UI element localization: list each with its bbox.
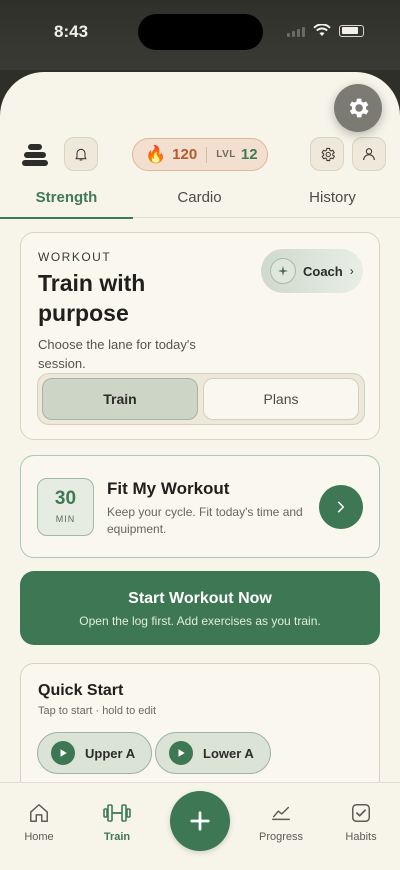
status-time: 8:43 (54, 22, 89, 41)
bottom-nav: Home Train Progress Habits (0, 782, 400, 870)
dynamic-island (138, 14, 263, 50)
gear-icon (320, 147, 335, 161)
checkbox-icon (326, 801, 396, 825)
duration-badge: 30 MIN (37, 478, 94, 536)
segment-train[interactable]: Train (42, 378, 198, 420)
fit-title: Fit My Workout (107, 479, 230, 498)
add-button[interactable] (170, 791, 230, 851)
notifications-button[interactable] (64, 137, 98, 171)
menu-stack-icon[interactable] (22, 144, 48, 168)
tab-cardio[interactable]: Cardio (133, 176, 266, 218)
wifi-icon (313, 24, 331, 36)
fit-subtitle: Keep your cycle. Fit today's time and eq… (107, 505, 303, 536)
coach-button[interactable]: Coach › (261, 249, 363, 293)
battery-icon (339, 24, 364, 37)
chip-label: Upper A (85, 745, 136, 761)
workout-card: WORKOUT Train with purpose Choose the la… (20, 232, 380, 440)
chevron-right-icon (337, 501, 345, 513)
nav-home[interactable]: Home (4, 801, 74, 843)
app-screen: 🔥 120 LVL 12 Strength Cardio History WOR… (0, 72, 400, 870)
fit-go-button[interactable] (319, 485, 363, 529)
start-workout-title: Start Workout Now (128, 590, 272, 607)
mode-segmented-control: Train Plans (37, 373, 365, 425)
quick-start-title: Quick Start (38, 682, 124, 699)
level-value: 12 (240, 146, 258, 163)
duration-minutes: 30 (54, 488, 77, 509)
tab-history[interactable]: History (266, 176, 399, 218)
quick-start-subtitle: Tap to start · hold to edit (38, 705, 157, 717)
quick-start-chip-upper-a[interactable]: Upper A (37, 732, 153, 774)
workout-eyebrow: WORKOUT (38, 250, 112, 264)
sparkle-icon (270, 258, 296, 284)
nav-train-label: Train (103, 831, 131, 843)
level-label: LVL (216, 149, 236, 160)
nav-progress[interactable]: Progress (246, 801, 316, 843)
settings-button[interactable] (310, 137, 344, 171)
tab-strength[interactable]: Strength (0, 176, 133, 219)
workout-title: Train with purpose (38, 270, 146, 326)
play-icon (51, 741, 75, 765)
start-workout-subtitle: Open the log first. Add exercises as you… (79, 614, 321, 628)
badge-divider (206, 146, 208, 163)
streak-level-badge[interactable]: 🔥 120 LVL 12 (132, 138, 268, 171)
signal-icon (287, 25, 305, 37)
nav-habits-label: Habits (345, 831, 377, 843)
nav-home-label: Home (24, 831, 54, 843)
duration-unit: MIN (55, 514, 76, 524)
chart-icon (246, 801, 316, 825)
chip-label: Lower A (203, 745, 254, 761)
plus-icon (190, 811, 210, 831)
status-icons (287, 24, 364, 37)
coach-label: Coach (303, 263, 343, 279)
floating-settings-button[interactable] (334, 84, 382, 132)
profile-button[interactable] (352, 137, 386, 171)
streak-count: 120 (172, 146, 198, 163)
bell-icon (75, 148, 87, 161)
nav-habits[interactable]: Habits (326, 801, 396, 843)
fit-workout-card[interactable]: 30 MIN Fit My Workout Keep your cycle. F… (20, 455, 380, 558)
workout-subtitle: Choose the lane for today's session. (38, 337, 196, 371)
user-icon (363, 148, 375, 161)
nav-train[interactable]: Train (82, 801, 152, 843)
home-icon (4, 801, 74, 825)
quick-start-chip-lower-a[interactable]: Lower A (155, 732, 271, 774)
top-header: 🔥 120 LVL 12 (0, 136, 400, 176)
fire-icon: 🔥 (145, 145, 167, 164)
gear-icon (349, 98, 369, 118)
play-icon (169, 741, 193, 765)
tab-bar: Strength Cardio History (0, 176, 400, 219)
nav-progress-label: Progress (258, 831, 304, 843)
start-workout-button[interactable]: Start Workout Now Open the log first. Ad… (20, 571, 380, 645)
status-bar: 8:43 (0, 0, 400, 70)
chevron-right-icon: › (349, 264, 354, 278)
segment-plans[interactable]: Plans (203, 378, 359, 420)
dumbbell-icon (82, 801, 152, 825)
